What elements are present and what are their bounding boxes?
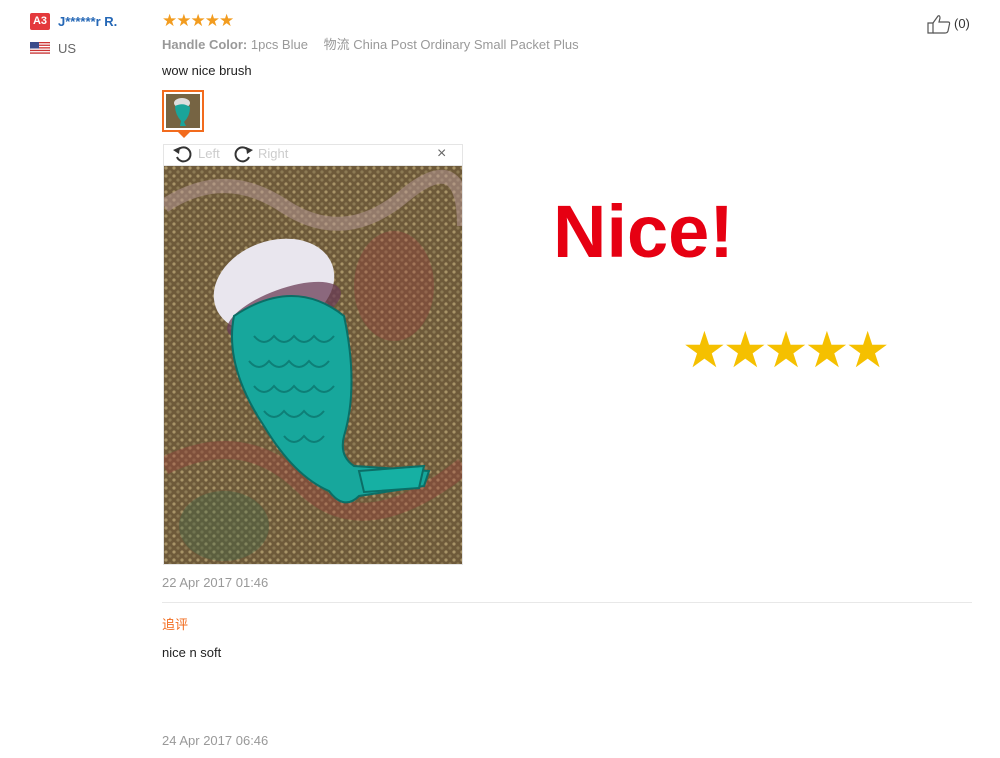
review-attributes: Handle Color: 1pcs Blue 物流 China Post Or…	[162, 37, 579, 53]
followup-text: nice n soft	[162, 645, 222, 660]
shipping-label: 物流	[323, 37, 350, 52]
reviewer-country: US	[58, 41, 77, 56]
attribute-value: 1pcs Blue	[250, 37, 308, 52]
attribute-label: Handle Color:	[162, 37, 248, 52]
close-icon[interactable]: ×	[437, 146, 446, 162]
nice-headline: Nice!	[553, 190, 734, 273]
thumbs-up-icon	[927, 15, 951, 34]
thumbnail-caret	[178, 132, 190, 138]
big-stars: ★★★★★	[682, 322, 890, 378]
reviewer-name[interactable]: J******r R.	[58, 13, 117, 30]
rotate-left-button[interactable]: Left	[198, 146, 220, 162]
review-date: 22 Apr 2017 01:46	[162, 575, 269, 590]
helpful-button[interactable]: (0)	[926, 14, 970, 34]
shipping-value: China Post Ordinary Small Packet Plus	[353, 37, 579, 52]
thumbnail-image	[166, 94, 200, 128]
review-text: wow nice brush	[162, 63, 252, 78]
user-level-badge: A3	[30, 13, 50, 30]
rotate-left-icon[interactable]	[172, 144, 194, 164]
divider	[162, 602, 972, 603]
helpful-count: (0)	[954, 16, 970, 31]
review-photo	[163, 165, 463, 565]
review-photo-thumbnail[interactable]	[162, 90, 204, 132]
followup-date: 24 Apr 2017 06:46	[162, 733, 269, 748]
us-flag-icon	[30, 42, 50, 54]
followup-label: 追评	[162, 617, 189, 632]
rating-stars: ★★★★★	[162, 11, 234, 30]
rotate-right-icon[interactable]	[232, 144, 254, 164]
rotate-right-button[interactable]: Right	[258, 146, 288, 162]
